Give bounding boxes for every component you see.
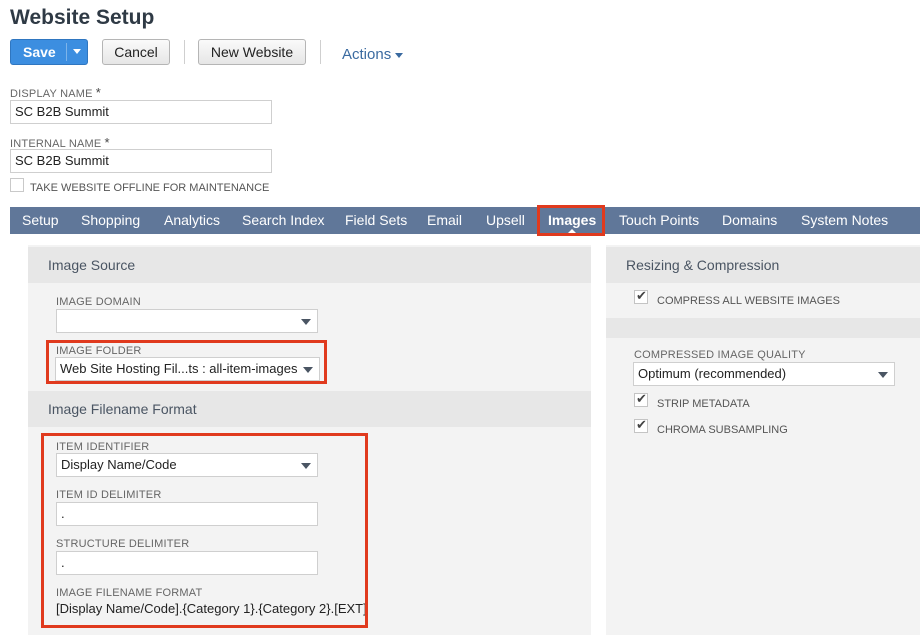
- tab-touch-points[interactable]: Touch Points: [619, 207, 699, 234]
- resizing-subheader: [606, 318, 920, 338]
- tab-upsell[interactable]: Upsell: [486, 207, 525, 234]
- chevron-down-icon: [395, 53, 404, 58]
- image-source-header: Image Source: [28, 247, 591, 283]
- image-filename-format-value: [Display Name/Code].{Category 1}.{Catego…: [56, 601, 367, 616]
- compress-all-checkbox[interactable]: [634, 288, 648, 304]
- item-id-delimiter-label: ITEM ID DELIMITER: [56, 489, 162, 501]
- tab-analytics[interactable]: Analytics: [164, 207, 220, 234]
- image-domain-label: IMAGE DOMAIN: [56, 296, 141, 308]
- page-title: Website Setup: [10, 6, 155, 29]
- image-folder-label: IMAGE FOLDER: [56, 345, 142, 357]
- tab-search-index[interactable]: Search Index: [242, 207, 325, 234]
- new-website-button[interactable]: New Website: [198, 39, 306, 65]
- internal-name-label: INTERNAL NAME *: [10, 135, 110, 150]
- save-button-label: Save: [23, 44, 56, 60]
- image-filename-format-header: Image Filename Format: [28, 391, 591, 427]
- structure-delimiter-input[interactable]: .: [56, 551, 318, 575]
- subtab-bar: Setup Shopping Analytics Search Index Fi…: [10, 207, 920, 235]
- image-domain-select[interactable]: [56, 309, 318, 333]
- compress-all-label: COMPRESS ALL WEBSITE IMAGES: [657, 295, 840, 307]
- compressed-quality-select[interactable]: Optimum (recommended): [633, 362, 895, 386]
- dropdown-arrow-icon: [878, 372, 888, 378]
- actions-menu[interactable]: Actions: [342, 46, 404, 63]
- chroma-subsampling-label: CHROMA SUBSAMPLING: [657, 424, 788, 436]
- offline-maintenance-label: TAKE WEBSITE OFFLINE FOR MAINTENANCE: [30, 182, 270, 194]
- strip-metadata-label: STRIP METADATA: [657, 398, 750, 410]
- dropdown-arrow-icon: [301, 319, 311, 325]
- toolbar-divider: [184, 40, 185, 64]
- tab-field-sets[interactable]: Field Sets: [345, 207, 407, 234]
- image-folder-select[interactable]: Web Site Hosting Fil...ts : all-item-ima…: [55, 357, 320, 381]
- required-mark: *: [104, 135, 110, 150]
- image-filename-format-label: IMAGE FILENAME FORMAT: [56, 587, 203, 599]
- display-name-label: DISPLAY NAME *: [10, 85, 101, 100]
- dropdown-arrow-icon: [303, 367, 313, 373]
- cancel-button[interactable]: Cancel: [102, 39, 170, 65]
- tab-images[interactable]: Images: [548, 207, 596, 235]
- tab-email[interactable]: Email: [427, 207, 462, 234]
- resizing-compression-header: Resizing & Compression: [606, 247, 920, 283]
- tab-setup[interactable]: Setup: [22, 207, 59, 234]
- tab-domains[interactable]: Domains: [722, 207, 777, 234]
- item-identifier-label: ITEM IDENTIFIER: [56, 441, 150, 453]
- display-name-input[interactable]: SC B2B Summit: [10, 100, 272, 124]
- save-button-divider: [66, 43, 67, 61]
- strip-metadata-checkbox[interactable]: [634, 391, 648, 407]
- tab-shopping[interactable]: Shopping: [81, 207, 140, 234]
- actions-label: Actions: [342, 46, 392, 63]
- item-identifier-select[interactable]: Display Name/Code: [56, 453, 318, 477]
- internal-name-input[interactable]: SC B2B Summit: [10, 149, 272, 173]
- tab-system-notes[interactable]: System Notes: [801, 207, 888, 234]
- offline-maintenance-checkbox[interactable]: [10, 178, 24, 192]
- save-button[interactable]: Save: [10, 39, 88, 65]
- toolbar-divider: [320, 40, 321, 64]
- compressed-quality-label: COMPRESSED IMAGE QUALITY: [634, 349, 806, 361]
- dropdown-arrow-icon: [301, 463, 311, 469]
- chevron-down-icon[interactable]: [73, 49, 81, 54]
- chroma-subsampling-checkbox[interactable]: [634, 417, 648, 433]
- structure-delimiter-label: STRUCTURE DELIMITER: [56, 538, 190, 550]
- required-mark: *: [95, 85, 101, 100]
- item-id-delimiter-input[interactable]: .: [56, 502, 318, 526]
